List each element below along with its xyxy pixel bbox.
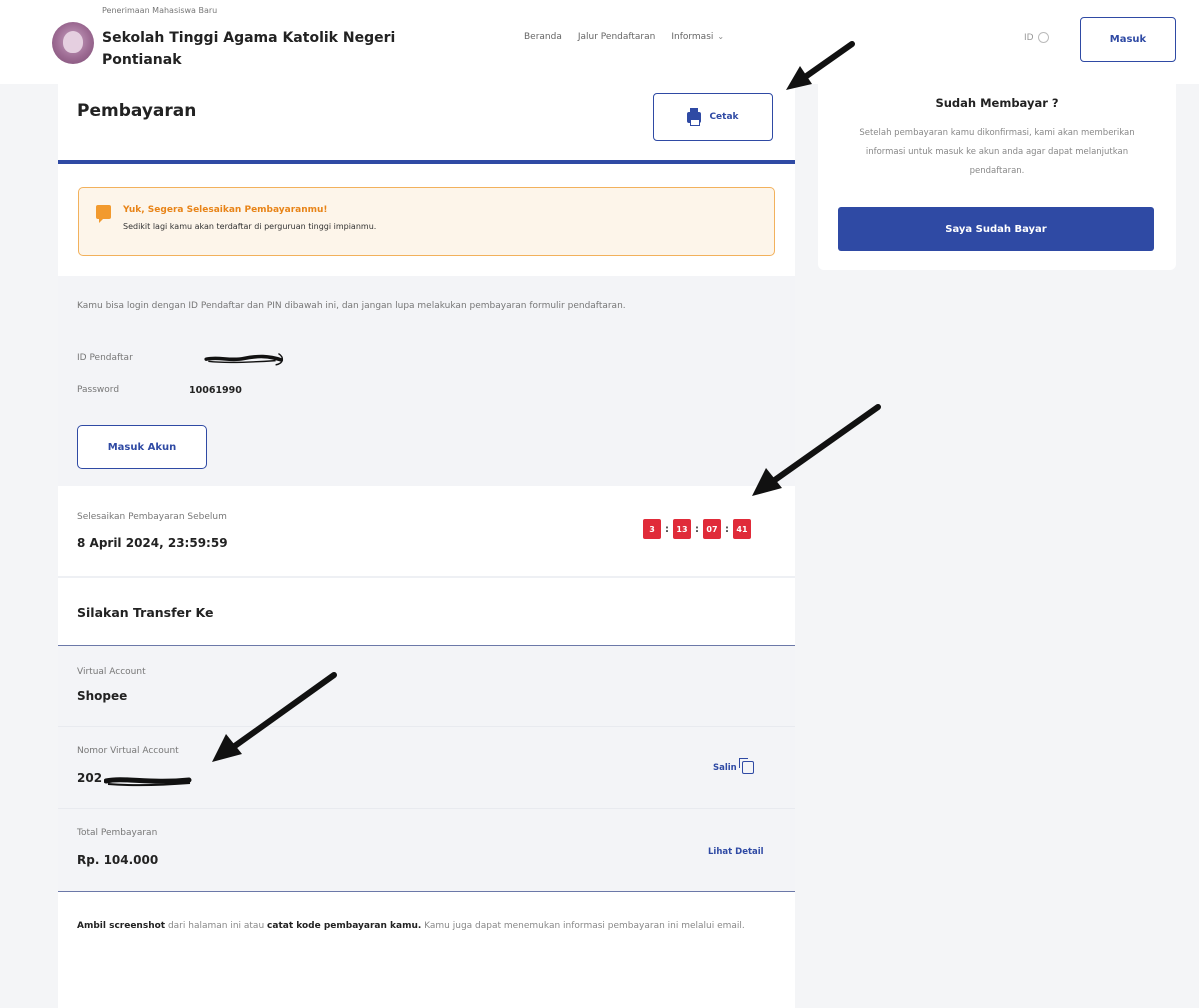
alert-section: Yuk, Segera Selesaikan Pembayaranmu! Sed… — [58, 168, 795, 276]
note-mid: dari halaman ini atau — [165, 921, 268, 931]
institution-name[interactable]: Sekolah Tinggi Agama Katolik Negeri Pont… — [102, 27, 402, 71]
va-value: Shopee — [77, 689, 128, 703]
virtual-account-row: Virtual Account Shopee — [58, 646, 795, 727]
timer-minutes: 07 — [703, 519, 721, 539]
copy-icon — [738, 758, 754, 774]
nav-jalur-pendaftaran[interactable]: Jalur Pendaftaran — [578, 32, 655, 42]
language-label: ID — [1024, 32, 1034, 43]
va-number-value: 202 — [77, 771, 103, 785]
timer-seconds: 41 — [733, 519, 751, 539]
note-bold-1: Ambil screenshot — [77, 921, 166, 931]
transfer-section: Silakan Transfer Ke — [58, 580, 795, 646]
total-label: Total Pembayaran — [77, 828, 158, 838]
login-button[interactable]: Masuk — [1080, 17, 1176, 62]
top-header: Penerimaan Mahasiswa Baru Sekolah Tinggi… — [0, 0, 1199, 84]
total-payment-row: Total Pembayaran Rp. 104.000 Lihat Detai… — [58, 809, 795, 891]
password-value: 10061990 — [189, 385, 242, 396]
printer-icon — [687, 107, 702, 126]
deadline-label: Selesaikan Pembayaran Sebelum — [77, 512, 227, 522]
payment-card: Pembayaran Cetak Yuk, Segera Selesaikan … — [58, 84, 795, 1008]
header-tagline: Penerimaan Mahasiswa Baru — [102, 6, 218, 15]
login-info-text: Kamu bisa login dengan ID Pendaftar dan … — [77, 301, 626, 311]
note-bold-2: catat kode pembayaran kamu. — [267, 921, 422, 931]
countdown-timer: 3: 13: 07: 41 — [643, 519, 751, 539]
va-number-label: Nomor Virtual Account — [77, 746, 179, 756]
deadline-section: Selesaikan Pembayaran Sebelum 8 April 20… — [58, 486, 795, 578]
va-label: Virtual Account — [77, 667, 146, 677]
masuk-akun-button[interactable]: Masuk Akun — [77, 425, 207, 469]
print-button[interactable]: Cetak — [653, 93, 773, 141]
globe-icon — [1037, 32, 1049, 43]
copy-va-button[interactable]: Salin — [713, 758, 754, 774]
paid-title: Sudah Membayar ? — [935, 96, 1059, 110]
screenshot-note: Ambil screenshot dari halaman ini atau c… — [58, 891, 795, 982]
total-value: Rp. 104.000 — [77, 853, 159, 867]
nav-beranda[interactable]: Beranda — [524, 32, 562, 42]
id-pendaftar-label: ID Pendaftar — [77, 353, 133, 363]
chat-icon — [96, 205, 111, 223]
timer-hours: 13 — [673, 519, 691, 539]
password-label: Password — [77, 385, 120, 395]
account-info-box: Kamu bisa login dengan ID Pendaftar dan … — [58, 276, 795, 486]
note-text: Ambil screenshot dari halaman ini atau c… — [77, 916, 777, 936]
transfer-title: Silakan Transfer Ke — [77, 605, 214, 620]
copy-label: Salin — [713, 762, 737, 773]
institution-logo[interactable] — [52, 22, 94, 64]
language-switcher[interactable]: ID — [1024, 32, 1049, 43]
nav-informasi[interactable]: Informasi ⌄ — [671, 32, 724, 42]
alert-title: Yuk, Segera Selesaikan Pembayaranmu! — [123, 205, 328, 215]
va-number-row: Nomor Virtual Account 202 Salin — [58, 727, 795, 809]
already-paid-button[interactable]: Saya Sudah Bayar — [838, 207, 1154, 251]
nav-informasi-label: Informasi — [671, 32, 714, 42]
main-nav: Beranda Jalur Pendaftaran Informasi ⌄ — [524, 32, 724, 42]
timer-days: 3 — [643, 519, 661, 539]
alert-description: Sedikit lagi kamu akan terdaftar di perg… — [123, 222, 377, 231]
print-label: Cetak — [709, 112, 739, 122]
note-end: Kamu juga dapat menemukan informasi pemb… — [421, 921, 745, 931]
paid-description: Setelah pembayaran kamu dikonfirmasi, ka… — [859, 128, 1135, 176]
deadline-value: 8 April 2024, 23:59:59 — [77, 536, 228, 550]
view-detail-link[interactable]: Lihat Detail — [708, 847, 764, 857]
payment-alert: Yuk, Segera Selesaikan Pembayaranmu! Sed… — [78, 187, 775, 256]
redacted-id-scribble — [204, 352, 284, 366]
redacted-va-scribble — [104, 777, 192, 787]
page-title: Pembayaran — [77, 101, 197, 121]
payment-header: Pembayaran Cetak — [58, 84, 795, 164]
paid-card: Sudah Membayar ? Setelah pembayaran kamu… — [818, 84, 1176, 270]
chevron-down-icon: ⌄ — [717, 32, 725, 41]
